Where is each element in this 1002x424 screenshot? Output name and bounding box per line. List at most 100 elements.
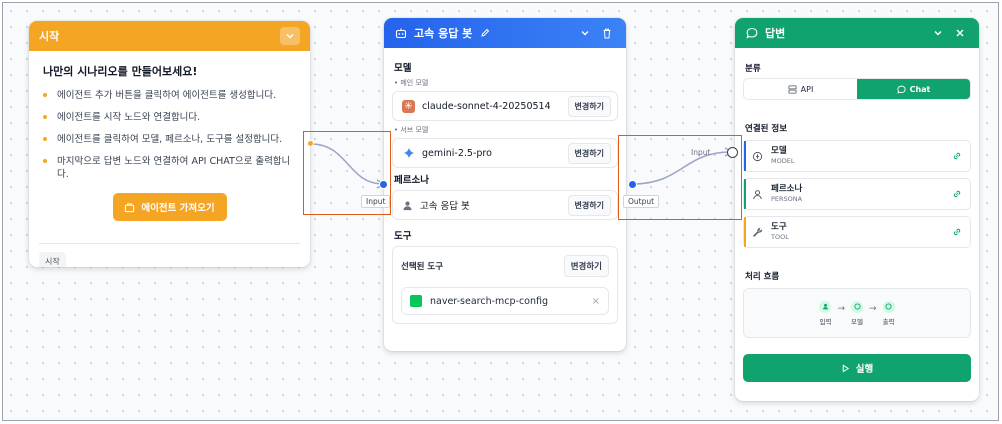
- agent-input-label: Input: [361, 195, 391, 208]
- connection-color-bar: [744, 141, 746, 171]
- agent-output-label: Output: [623, 195, 660, 208]
- start-heading: 나만의 시나리오를 만들어보세요!: [43, 65, 198, 78]
- connection-title: 모델: [771, 146, 787, 156]
- bullet-icon: [43, 93, 47, 97]
- change-persona-button[interactable]: 변경하기: [567, 194, 611, 216]
- link-icon: [953, 152, 961, 160]
- connection-color-bar: [744, 179, 746, 209]
- chevron-down-icon: [934, 31, 942, 36]
- server-icon: [788, 84, 797, 94]
- claude-icon: ✳: [402, 99, 415, 113]
- user-icon: [753, 189, 762, 199]
- collapse-button[interactable]: [929, 24, 947, 42]
- chat-icon: [745, 26, 759, 40]
- pencil-icon: [481, 28, 490, 37]
- play-icon: [842, 363, 849, 373]
- connection-tool[interactable]: 도구 TOOL: [743, 216, 971, 248]
- start-node[interactable]: 시작 나만의 시나리오를 만들어보세요! 에이전트 추가 버튼을 클릭하여 에이…: [29, 21, 310, 267]
- connected-info-label: 연결된 정보: [745, 124, 788, 134]
- connection-subtitle: TOOL: [771, 233, 789, 241]
- change-tools-button[interactable]: 변경하기: [563, 255, 609, 277]
- chevron-down-icon: [286, 34, 294, 39]
- persona-value: 고속 응답 봇: [420, 201, 470, 212]
- link-icon: [953, 228, 961, 236]
- wrench-icon: [753, 227, 763, 237]
- connection-subtitle: PERSONA: [771, 195, 803, 203]
- run-button[interactable]: 실행: [743, 354, 971, 382]
- persona-section-label: 페르소나: [394, 175, 429, 186]
- connection-subtitle: MODEL: [771, 157, 795, 165]
- link-icon: [953, 190, 961, 198]
- collapse-button[interactable]: [280, 27, 300, 45]
- bullet-icon: [43, 159, 47, 163]
- answer-node[interactable]: 답변 분류 API Chat 연결된 정보 모델 MODEL 페르소나 PERS…: [735, 18, 979, 401]
- output-type-toggle: API Chat: [743, 78, 971, 100]
- tool-name: naver-search-mcp-config: [430, 295, 549, 307]
- connection-persona[interactable]: 페르소나 PERSONA: [743, 178, 971, 210]
- persona-field[interactable]: 고속 응답 봇 변경하기: [392, 190, 618, 220]
- connection-title: 도구: [771, 222, 787, 232]
- selected-tools-label: 선택된 도구: [401, 262, 444, 272]
- bullet-icon: [43, 115, 47, 119]
- tool-chip[interactable]: naver-search-mcp-config ×: [401, 287, 609, 315]
- bot-icon: [394, 26, 408, 40]
- instruction-item: 마지막으로 답변 노드와 연결하여 API CHAT으로 출력합니다.: [43, 155, 296, 181]
- answer-node-header: 답변: [735, 18, 979, 48]
- flow-diagram: 입력 → 모델 → 출력: [743, 288, 971, 338]
- user-icon: [819, 300, 832, 313]
- close-icon: [956, 29, 964, 37]
- arrow-right-icon: →: [837, 304, 845, 314]
- category-label: 분류: [745, 64, 761, 74]
- tab-api[interactable]: API: [744, 79, 857, 99]
- close-button[interactable]: [951, 24, 969, 42]
- delete-button[interactable]: [598, 24, 616, 42]
- collapse-button[interactable]: [576, 24, 594, 42]
- fetch-agent-button[interactable]: 에이전트 가져오기: [112, 193, 227, 221]
- flow-step-output: 출력: [882, 300, 895, 326]
- agent-node-header: 고속 응답 봇: [384, 18, 626, 48]
- model-section-label: 모델: [394, 63, 412, 74]
- change-main-model-button[interactable]: 변경하기: [567, 95, 611, 117]
- bullet-icon: [43, 137, 47, 141]
- sub-model-field[interactable]: gemini-2.5-pro 변경하기: [392, 138, 618, 168]
- main-model-value: claude-sonnet-4-20250514: [422, 100, 551, 112]
- connection-title: 페르소나: [771, 184, 803, 194]
- agent-name: 고속 응답 봇: [414, 27, 473, 40]
- naver-icon: [410, 295, 422, 307]
- connection-model[interactable]: 모델 MODEL: [743, 140, 971, 172]
- flow-step-input: 입력: [819, 300, 832, 326]
- instruction-item: 에이전트를 클릭하여 모델, 페르소나, 도구를 설정합니다.: [43, 133, 296, 146]
- flow-step-model: 모델: [851, 300, 863, 326]
- flow-canvas[interactable]: 시작 나만의 시나리오를 만들어보세요! 에이전트 추가 버튼을 클릭하여 에이…: [2, 2, 999, 421]
- arrow-right-icon: →: [869, 304, 877, 314]
- flow-label: 처리 흐름: [745, 272, 780, 282]
- user-icon: [403, 201, 412, 210]
- answer-node-title: 답변: [765, 27, 786, 40]
- sub-model-label: • 서브 모델: [394, 126, 429, 134]
- node-type-tag: 시작: [39, 252, 66, 267]
- main-model-field[interactable]: ✳ claude-sonnet-4-20250514 변경하기: [392, 91, 618, 121]
- trash-icon: [603, 28, 611, 38]
- chat-icon: [896, 85, 906, 94]
- edit-name-button[interactable]: [476, 24, 494, 42]
- tab-chat[interactable]: Chat: [857, 79, 970, 99]
- box-icon: [125, 202, 135, 212]
- start-node-title: 시작: [39, 30, 60, 43]
- instruction-item: 에이전트 추가 버튼을 클릭하여 에이전트를 생성합니다.: [43, 89, 296, 102]
- cpu-icon: [752, 151, 763, 161]
- remove-tool-icon[interactable]: ×: [592, 296, 600, 307]
- connection-color-bar: [744, 217, 746, 247]
- sub-model-value: gemini-2.5-pro: [422, 147, 492, 159]
- instruction-item: 에이전트를 시작 노드와 연결합니다.: [43, 111, 296, 124]
- cpu-icon: [851, 300, 863, 313]
- answer-input-label: Input: [691, 148, 711, 157]
- main-model-label: • 메인 모델: [394, 79, 429, 87]
- chat-icon: [882, 300, 895, 313]
- start-node-header: 시작: [29, 21, 310, 51]
- chevron-down-icon: [581, 31, 589, 36]
- gemini-icon: [402, 147, 415, 160]
- tools-section-label: 도구: [394, 231, 412, 242]
- tools-box: 선택된 도구 변경하기 naver-search-mcp-config ×: [392, 246, 618, 324]
- agent-node[interactable]: 고속 응답 봇 모델 • 메인 모델 ✳ claude-sonnet-4-202…: [384, 18, 626, 351]
- change-sub-model-button[interactable]: 변경하기: [567, 142, 611, 164]
